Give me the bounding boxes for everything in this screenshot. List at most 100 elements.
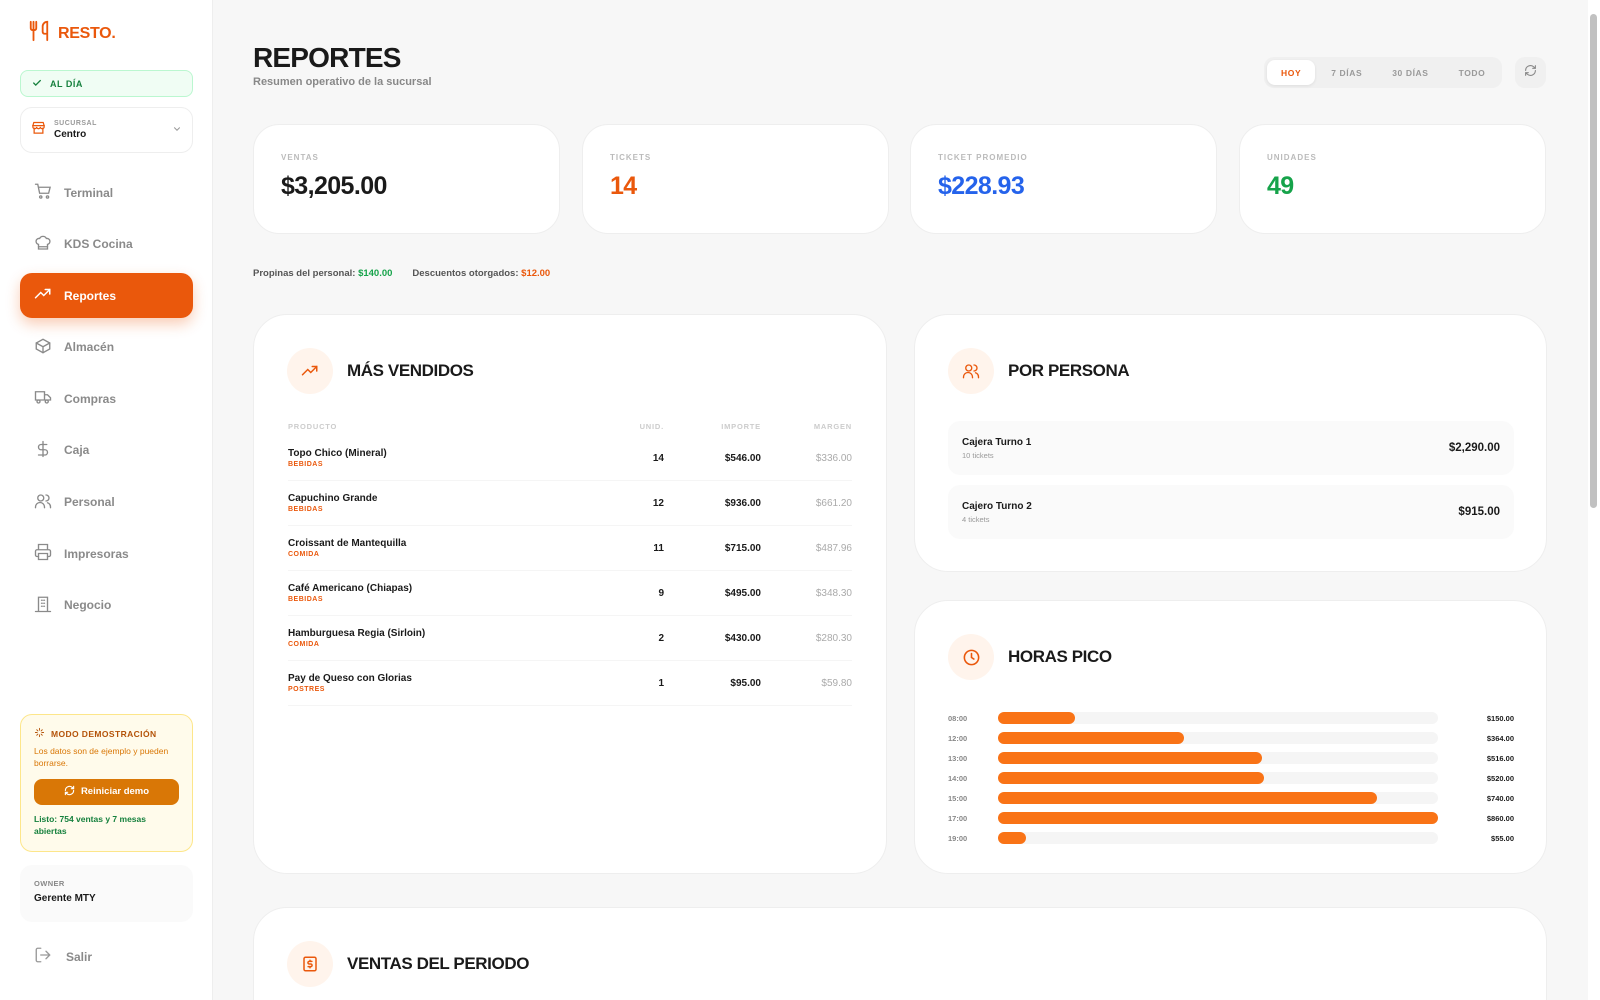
user-card: OWNER Gerente MTY [20,865,193,922]
printer-icon [34,543,52,564]
peak-hour-track [998,812,1438,824]
nav-item-almacen[interactable]: Almacén [20,325,193,370]
extras-summary: Propinas del personal: $140.00 Descuento… [253,268,550,279]
utensils-icon [28,20,50,47]
kpi-card-unidades: UNIDADES 49 [1239,124,1546,234]
product-margin: $59.80 [821,677,852,689]
nav-item-reportes[interactable]: Reportes [20,273,193,319]
peak-hour-bar [998,812,1438,824]
nav-item-personal[interactable]: Personal [20,480,193,525]
peak-hour-label: 19:00 [948,833,968,843]
peak-hour-track [998,772,1438,784]
card-title: HORAS PICO [1008,647,1112,666]
nav-item-impresoras[interactable]: Impresoras [20,531,193,576]
logout-button[interactable]: Salir [34,946,92,967]
scrollbar-thumb[interactable] [1590,14,1597,508]
receipt-dollar-icon [287,941,333,987]
table-row[interactable]: Hamburguesa Regia (Sirloin) COMIDA 2 $430.0… [288,616,852,661]
trending-up-icon [287,348,333,394]
kpi-value: $228.93 [938,172,1025,200]
top-sellers-table: PRODUCTO UNID. IMPORTE MARGEN Topo Chico… [288,422,852,706]
nav-item-label: Almacén [64,340,115,355]
nav-item-caja[interactable]: Caja [20,428,193,473]
refresh-icon [1524,64,1537,82]
person-row[interactable]: Cajero Turno 2 4 tickets $915.00 [948,485,1514,539]
discount-value: $12.00 [521,268,551,279]
users-icon [948,348,994,394]
table-row[interactable]: Croissant de Mantequilla COMIDA 11 $715.00 $… [288,526,852,571]
peak-hour-label: 14:00 [948,773,968,783]
product-units: 2 [658,632,664,644]
chef-hat-icon [34,234,52,255]
nav-item-label: Reportes [64,288,117,303]
nav-item-label: Terminal [64,185,114,200]
peak-hour-value: $860.00 [1486,813,1514,823]
kpi-label: UNIDADES [1267,153,1317,162]
table-row[interactable]: Capuchino Grande BEBIDAS 12 $936.00 $661.20 [288,481,852,526]
store-icon [31,120,46,140]
peak-hour-label: 08:00 [948,713,968,723]
peak-hour-value: $516.00 [1486,753,1514,763]
column-header[interactable]: MARGEN [761,422,852,436]
peak-hour-row: 08:00 $150.00 [948,711,1514,725]
table-row[interactable]: Topo Chico (Mineral) BEBIDAS 14 $546.00 $336… [288,436,852,481]
column-header[interactable]: PRODUCTO [288,422,604,436]
branch-selector[interactable]: SUCURSAL Centro [20,107,193,153]
peak-hour-bar [998,772,1265,784]
reset-demo-button[interactable]: Reiniciar demo [34,778,179,805]
demo-description: Los datos son de ejemplo y pueden borrar… [34,746,169,769]
box-icon [34,337,52,358]
range-all-button[interactable]: TODO [1445,60,1500,85]
peak-hour-bar [998,732,1185,744]
peak-hour-row: 14:00 $520.00 [948,771,1514,785]
sidebar: RESTO. AL DÍA SUCURSAL Centro Terminal K… [0,0,213,1000]
product-units: 9 [658,587,664,599]
peak-hour-label: 13:00 [948,753,968,763]
range-30-days-button[interactable]: 30 DÍAS [1378,60,1442,85]
product-category: POSTRES [288,686,325,693]
peak-hour-value: $364.00 [1486,733,1514,743]
table-row[interactable]: Café Americano (Chiapas) BEBIDAS 9 $495.00 $… [288,571,852,616]
building-icon [34,595,52,616]
nav-item-negocio[interactable]: Negocio [20,583,193,628]
nav-item-compras[interactable]: Compras [20,376,193,421]
nav-item-kds-cocina[interactable]: KDS Cocina [20,222,193,267]
nav-item-label: Impresoras [64,546,129,561]
product-units: 12 [652,497,664,509]
demo-title: MODO DEMOSTRACIÓN [51,728,157,739]
range-7-days-button[interactable]: 7 DÍAS [1317,60,1376,85]
refresh-button[interactable] [1515,57,1546,88]
reset-demo-label: Reiniciar demo [80,786,150,798]
users-icon [34,492,52,513]
person-row[interactable]: Cajera Turno 1 10 tickets $2,290.00 [948,421,1514,475]
trending-up-icon [34,285,52,306]
card-title: MÁS VENDIDOS [347,361,474,380]
peak-hour-value: $740.00 [1486,793,1514,803]
kpi-card-ticket-promedio: TICKET PROMEDIO $228.93 [910,124,1217,234]
branch-label: SUCURSAL [54,120,97,127]
product-margin: $280.30 [815,632,852,644]
column-header[interactable]: UNID. [604,422,664,436]
product-amount: $495.00 [724,587,761,599]
product-name: Pay de Queso con Glorias [288,673,412,684]
peak-hour-track [998,752,1438,764]
product-units: 1 [658,677,664,689]
product-category: BEBIDAS [288,596,324,603]
nav-item-terminal[interactable]: Terminal [20,170,193,215]
person-amount: $2,290.00 [1448,442,1500,454]
peak-hour-bar [998,712,1075,724]
range-today-button[interactable]: HOY [1267,60,1316,85]
person-name: Cajero Turno 2 [962,500,1032,512]
product-name: Hamburguesa Regia (Sirloin) [288,628,426,639]
scrollbar[interactable] [1588,0,1600,1000]
column-header[interactable]: IMPORTE [664,422,761,436]
product-margin: $487.96 [815,542,852,554]
page-title: REPORTES [253,42,401,73]
main-nav: Terminal KDS Cocina Reportes Almacén Com… [20,170,193,634]
kpi-value: $3,205.00 [281,172,387,200]
date-range-selector: HOY 7 DÍAS 30 DÍAS TODO [1264,57,1503,88]
brand-logo[interactable]: RESTO. [28,20,116,47]
peak-hour-value: $55.00 [1491,833,1514,843]
table-row[interactable]: Pay de Queso con Glorias POSTRES 1 $95.00 $5… [288,661,852,706]
kpi-label: VENTAS [281,153,319,162]
